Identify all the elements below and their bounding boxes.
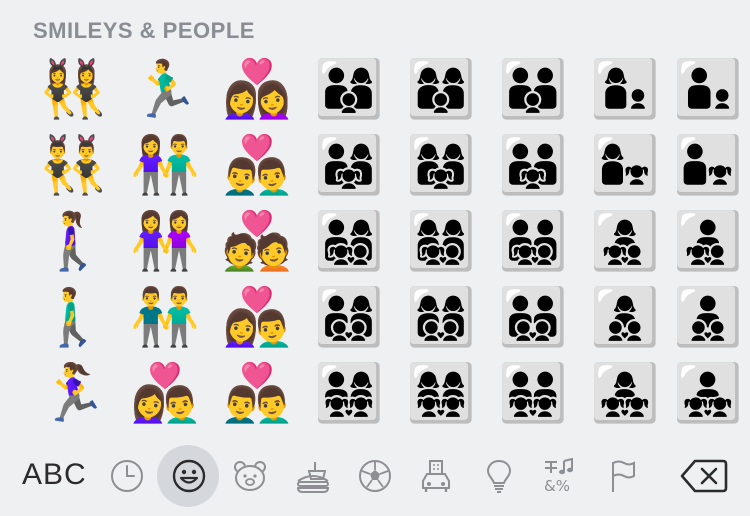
emoji-key[interactable]: 👩‍👧‍👦 <box>579 204 671 280</box>
emoji-key[interactable]: 🚶‍♀️ <box>27 204 119 280</box>
emoji-key[interactable]: 💑 <box>211 204 303 280</box>
category-animals[interactable] <box>222 451 278 501</box>
emoji-key[interactable]: 👩‍👩‍👦‍👦 <box>395 280 487 356</box>
food-icon <box>296 462 330 493</box>
emoji-key[interactable]: 👨‍👨‍👦‍👦 <box>487 280 579 356</box>
category-food[interactable] <box>285 451 341 501</box>
emoji-key[interactable]: 👩‍❤️‍👨 <box>211 280 303 356</box>
emoji-key[interactable]: 👩‍👦‍👦 <box>579 280 671 356</box>
emoji-key[interactable]: 👯‍♂️ <box>27 128 119 204</box>
emoji-key[interactable]: 👩‍👩‍👦 <box>395 52 487 128</box>
emoji-key[interactable]: 👩‍👩‍👧‍👦 <box>395 204 487 280</box>
emoji-key[interactable]: 👨‍👨‍👧‍👦 <box>487 204 579 280</box>
delete-icon <box>680 459 728 493</box>
emoji-key[interactable]: 👨‍👨‍👧‍👧 <box>487 356 579 432</box>
category-recent[interactable] <box>99 451 155 501</box>
emoji-key[interactable]: 👨‍👨‍👧 <box>487 128 579 204</box>
emoji-key[interactable]: 👨‍👦‍👦 <box>671 280 745 356</box>
emoji-key[interactable]: 👨‍👧 <box>671 128 745 204</box>
emoji-key[interactable]: 👨‍👩‍👧‍👦 <box>303 204 395 280</box>
emoji-key[interactable]: 👨‍❤️‍👨 <box>211 356 303 432</box>
category-travel[interactable] <box>408 451 464 501</box>
emoji-key[interactable]: 👨‍👩‍👧‍👧 <box>303 356 395 432</box>
car-icon <box>422 460 450 492</box>
emoji-key[interactable]: 👭 <box>119 204 211 280</box>
emoji-key[interactable]: 👩‍❤️‍👩 <box>211 52 303 128</box>
category-objects[interactable] <box>471 451 527 501</box>
symbols-icon: &% <box>544 458 573 494</box>
emoji-key[interactable]: 👨‍👧‍👦 <box>671 204 745 280</box>
smiley-icon <box>172 459 206 493</box>
emoji-key[interactable]: 🚶‍♂️ <box>27 280 119 356</box>
emoji-key[interactable]: 👨‍👩‍👦‍👦 <box>303 280 395 356</box>
emoji-key[interactable]: 👩‍👧‍👧 <box>579 356 671 432</box>
emoji-key[interactable]: 👨‍👧‍👧 <box>671 356 745 432</box>
category-activity[interactable] <box>347 451 403 501</box>
emoji-key[interactable]: 👨‍❤️‍👨 <box>211 128 303 204</box>
emoji-key[interactable]: 👬 <box>119 280 211 356</box>
bear-icon <box>234 461 266 491</box>
category-smileys[interactable] <box>157 445 219 507</box>
category-flags[interactable] <box>594 451 650 501</box>
section-title: SMILEYS & PEOPLE <box>33 18 255 43</box>
emoji-key[interactable]: 👩‍👦 <box>579 52 671 128</box>
abc-key[interactable]: ABC <box>22 458 87 492</box>
delete-button[interactable] <box>680 458 728 494</box>
ball-icon <box>359 460 391 492</box>
emoji-grid: 👯‍♀️ 🏃‍♂️ 👩‍❤️‍👩 👨‍👩‍👦 👩‍👩‍👦 👨‍👨‍👦 👩‍👦 👨… <box>0 52 750 432</box>
emoji-key[interactable]: 👫 <box>119 128 211 204</box>
clock-icon <box>111 460 143 492</box>
flag-icon <box>612 460 635 492</box>
emoji-key[interactable]: 👨‍👩‍👦 <box>303 52 395 128</box>
emoji-key[interactable]: 👩‍👩‍👧‍👧 <box>395 356 487 432</box>
emoji-key[interactable]: 🏃‍♂️ <box>119 52 211 128</box>
emoji-key[interactable]: 👯‍♀️ <box>27 52 119 128</box>
emoji-key[interactable]: 👩‍❤️‍👨 <box>119 356 211 432</box>
emoji-key[interactable]: 👩‍👩‍👧 <box>395 128 487 204</box>
emoji-key[interactable]: 👨‍👨‍👦 <box>487 52 579 128</box>
emoji-key[interactable]: 👨‍👦 <box>671 52 745 128</box>
category-symbols[interactable]: &% <box>532 451 588 501</box>
emoji-key[interactable]: 👨‍👩‍👧 <box>303 128 395 204</box>
svg-text:&%: &% <box>544 477 570 494</box>
lightbulb-icon <box>486 459 512 493</box>
emoji-key[interactable]: 🏃‍♀️ <box>27 356 119 432</box>
emoji-key[interactable]: 👩‍👧 <box>579 128 671 204</box>
